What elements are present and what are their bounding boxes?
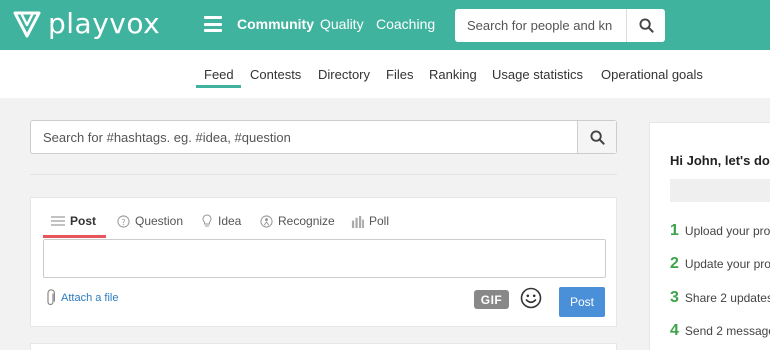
- post-textarea[interactable]: [43, 239, 606, 278]
- step-text: Update your pro: [684, 257, 770, 271]
- attach-file-link[interactable]: Attach a file: [45, 289, 118, 307]
- subnav-feed[interactable]: Feed: [204, 67, 234, 82]
- active-tab-indicator: [196, 85, 241, 88]
- search-icon: [589, 129, 605, 145]
- step-text: Send 2 message: [684, 324, 770, 338]
- gif-button[interactable]: GIF: [474, 290, 509, 309]
- topnav-quality[interactable]: Quality: [320, 16, 364, 32]
- subnav-operational-goals[interactable]: Operational goals: [601, 67, 703, 82]
- global-search-input[interactable]: [455, 9, 626, 42]
- composer-tab-post-label: Post: [70, 214, 97, 228]
- paperclip-icon: [47, 289, 55, 306]
- step-text: Upload your pro: [684, 224, 770, 238]
- hashtag-search-input[interactable]: [31, 121, 577, 153]
- subnav-directory[interactable]: Directory: [318, 67, 370, 82]
- subnav-ranking[interactable]: Ranking: [429, 67, 477, 82]
- onboarding-step[interactable]: 2 Update your pro: [670, 255, 770, 273]
- onboarding-progress-bar: [670, 179, 770, 202]
- subnav-contests[interactable]: Contests: [250, 67, 301, 82]
- onboarding-greeting: Hi John, let's do: [670, 153, 770, 168]
- playvox-logo[interactable]: playvox: [12, 9, 160, 39]
- hamburger-menu-icon[interactable]: [204, 16, 222, 32]
- lines-icon: [51, 216, 65, 226]
- onboarding-step[interactable]: 3 Share 2 updates: [670, 289, 770, 307]
- step-number: 1: [670, 222, 679, 239]
- composer-tab-post[interactable]: Post: [51, 214, 96, 228]
- divider: [30, 174, 617, 175]
- post-button[interactable]: Post: [559, 287, 605, 317]
- onboarding-step[interactable]: 4 Send 2 message: [670, 322, 770, 340]
- emoji-icon[interactable]: [520, 287, 542, 309]
- composer-tab-question-label: Question: [135, 214, 184, 228]
- step-number: 2: [670, 255, 679, 272]
- composer-tab-idea[interactable]: Idea: [201, 214, 241, 228]
- composer-tab-recognize-label: Recognize: [278, 214, 335, 228]
- subnav-usage-statistics[interactable]: Usage statistics: [492, 67, 583, 82]
- onboarding-panel: Hi John, let's do 1 Upload your pro 2 Up…: [649, 122, 770, 350]
- global-search-button[interactable]: [626, 9, 665, 42]
- search-icon: [638, 18, 654, 33]
- community-subnav: Feed Contests Directory Files Ranking Us…: [0, 50, 770, 98]
- onboarding-step[interactable]: 1 Upload your pro: [670, 222, 770, 240]
- post-composer: Post ? Question Idea Recognize Poll Atta…: [30, 197, 617, 327]
- recognize-icon: [260, 214, 273, 228]
- step-number: 4: [670, 322, 679, 339]
- composer-tab-idea-label: Idea: [218, 214, 242, 228]
- composer-tab-question[interactable]: ? Question: [117, 214, 183, 228]
- topnav-coaching[interactable]: Coaching: [376, 16, 435, 32]
- topnav-community[interactable]: Community: [237, 16, 314, 32]
- step-text: Share 2 updates: [684, 291, 770, 305]
- composer-tab-poll[interactable]: Poll: [351, 214, 389, 228]
- hashtag-search: [30, 120, 617, 154]
- subnav-files[interactable]: Files: [386, 67, 413, 82]
- composer-tab-recognize[interactable]: Recognize: [260, 214, 335, 228]
- global-search: [455, 9, 665, 42]
- svg-text:?: ?: [121, 216, 125, 226]
- active-composer-tab-indicator: [43, 235, 106, 238]
- attach-file-label: Attach a file: [61, 292, 119, 304]
- playvox-logo-icon: [13, 11, 41, 38]
- feed-card: [30, 343, 617, 350]
- step-number: 3: [670, 289, 679, 306]
- hashtag-search-button[interactable]: [577, 121, 616, 153]
- composer-tab-poll-label: Poll: [369, 214, 390, 228]
- bar-chart-icon: [351, 215, 364, 228]
- brand-name: playvox: [48, 7, 161, 40]
- top-bar: playvox Community Quality Coaching: [0, 0, 770, 50]
- lightbulb-icon: [202, 214, 212, 227]
- question-icon: ?: [117, 214, 130, 228]
